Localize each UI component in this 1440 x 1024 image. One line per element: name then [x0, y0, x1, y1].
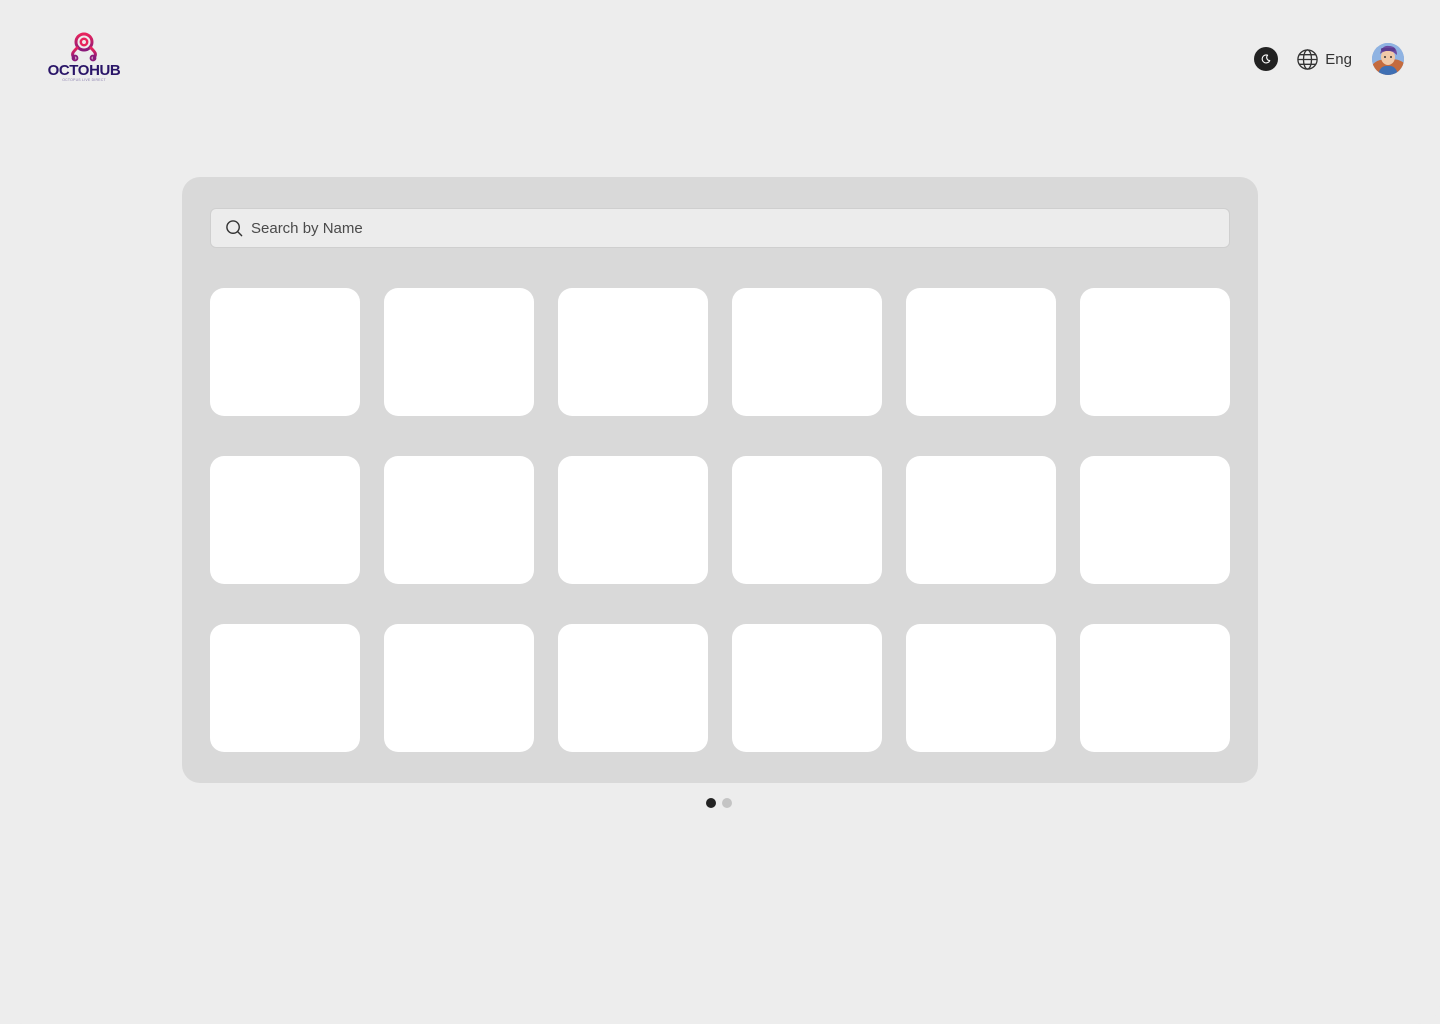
card-placeholder[interactable]	[906, 624, 1056, 752]
card-placeholder[interactable]	[1080, 288, 1230, 416]
pagination-dots	[706, 798, 732, 808]
content-panel	[182, 177, 1258, 783]
card-placeholder[interactable]	[732, 456, 882, 584]
page-dot-2[interactable]	[722, 798, 732, 808]
card-placeholder[interactable]	[558, 456, 708, 584]
card-placeholder[interactable]	[732, 288, 882, 416]
header-controls: Eng	[1254, 42, 1404, 76]
card-placeholder[interactable]	[210, 624, 360, 752]
card-placeholder[interactable]	[558, 288, 708, 416]
card-placeholder[interactable]	[558, 624, 708, 752]
card-placeholder[interactable]	[732, 624, 882, 752]
globe-icon	[1297, 48, 1319, 70]
search-icon	[226, 219, 243, 236]
language-selector[interactable]: Eng	[1296, 48, 1352, 71]
language-label: Eng	[1325, 50, 1352, 68]
octohub-logo-mark	[71, 32, 97, 62]
search-input[interactable]	[251, 219, 1211, 237]
card-placeholder[interactable]	[210, 288, 360, 416]
octohub-logo[interactable]: OCTOHUB OCTOPUS LIVE DIRECT	[44, 32, 124, 88]
card-placeholder[interactable]	[384, 288, 534, 416]
card-placeholder[interactable]	[384, 456, 534, 584]
card-placeholder[interactable]	[384, 624, 534, 752]
card-placeholder[interactable]	[1080, 624, 1230, 752]
page-dot-1[interactable]	[706, 798, 716, 808]
brand-name: OCTOHUB	[47, 62, 121, 79]
user-avatar[interactable]	[1372, 43, 1404, 75]
avatar-image	[1372, 43, 1404, 75]
moon-icon	[1261, 54, 1271, 64]
card-placeholder[interactable]	[1080, 456, 1230, 584]
card-placeholder[interactable]	[906, 288, 1056, 416]
card-grid	[210, 288, 1230, 752]
brand-tagline: OCTOPUS LIVE DIRECT	[62, 78, 106, 82]
card-placeholder[interactable]	[210, 456, 360, 584]
search-bar[interactable]	[210, 208, 1230, 248]
theme-toggle-button[interactable]	[1254, 47, 1279, 71]
app-page: OCTOHUB OCTOPUS LIVE DIRECT Eng	[0, 0, 1440, 1024]
card-placeholder[interactable]	[906, 456, 1056, 584]
